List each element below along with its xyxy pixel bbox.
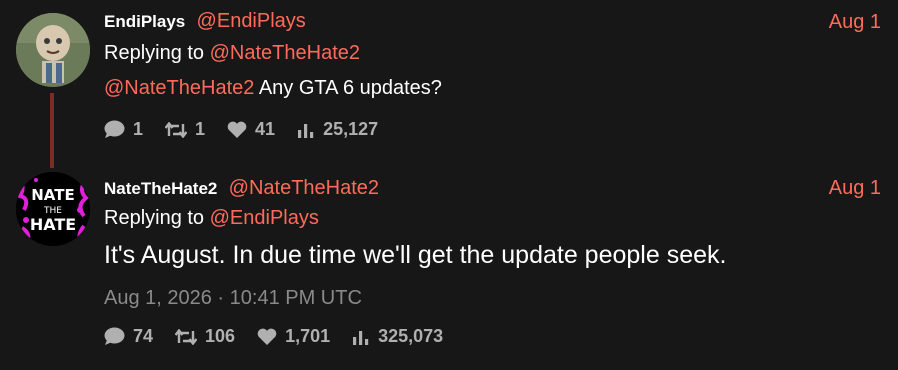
retweet-count: 1 (195, 119, 206, 139)
views-stat[interactable]: 325,073 (352, 326, 443, 347)
retweet-stat[interactable]: 106 (175, 326, 235, 347)
views-icon (298, 123, 314, 138)
thread-connector (50, 93, 54, 168)
display-name[interactable]: NateTheHate2 (104, 179, 217, 198)
display-name[interactable]: EndiPlays (104, 12, 185, 31)
views-count: 325,073 (378, 326, 444, 346)
reply-stat[interactable]: 1 (104, 119, 143, 140)
replying-to-label: Replying to (104, 207, 205, 229)
tweet-text: It's August. In due time we'll get the u… (104, 241, 727, 269)
like-count: 1,701 (285, 326, 331, 346)
views-icon (353, 330, 369, 345)
retweet-count: 106 (205, 326, 236, 346)
avatar-lettering: NATE (31, 186, 74, 204)
views-count: 25,127 (323, 119, 379, 139)
tweet-stats: 74 106 1,701 325,073 (104, 326, 465, 347)
retweet-icon (165, 121, 188, 138)
tweet-natethehate2[interactable]: NATE THE HATE NateTheHate2 @NateTheHate2… (0, 165, 898, 370)
avatar-image (16, 13, 90, 87)
heart-icon (227, 121, 247, 138)
like-count: 41 (255, 119, 276, 139)
views-stat[interactable]: 25,127 (297, 119, 378, 140)
replying-to: Replying to @NateTheHate2 (104, 42, 360, 65)
tweet-date[interactable]: Aug 1 (829, 177, 881, 200)
tweet-header: NateTheHate2 @NateTheHate2 (104, 177, 379, 200)
text-mention[interactable]: @NateTheHate2 (104, 77, 254, 99)
avatar-lettering: HATE (30, 215, 76, 234)
replying-to-label: Replying to (104, 42, 205, 64)
heart-icon (257, 328, 277, 345)
tweet-timestamp[interactable]: Aug 1, 2026 · 10:41 PM UTC (104, 287, 362, 310)
user-handle[interactable]: @NateTheHate2 (229, 177, 379, 199)
tweet-date[interactable]: Aug 1 (829, 11, 881, 34)
tweet-endiplays[interactable]: EndiPlays @EndiPlays Aug 1 Replying to @… (0, 0, 898, 168)
tweet-stats: 1 1 41 25,127 (104, 119, 400, 140)
comment-icon (104, 327, 125, 345)
avatar[interactable]: NATE THE HATE (16, 172, 90, 246)
like-stat[interactable]: 41 (227, 119, 275, 140)
tweet-header: EndiPlays @EndiPlays (104, 10, 306, 33)
reply-stat[interactable]: 74 (104, 326, 153, 347)
avatar-image: NATE THE HATE (16, 172, 90, 246)
avatar[interactable] (16, 13, 90, 87)
retweet-stat[interactable]: 1 (165, 119, 205, 140)
replying-to-handle[interactable]: @EndiPlays (210, 207, 319, 229)
replying-to-handle[interactable]: @NateTheHate2 (210, 42, 360, 64)
comment-icon (104, 120, 125, 138)
tweet-text: @NateTheHate2 Any GTA 6 updates? (104, 77, 442, 100)
replying-to: Replying to @EndiPlays (104, 207, 319, 230)
user-handle[interactable]: @EndiPlays (197, 10, 306, 32)
text-content: Any GTA 6 updates? (254, 77, 442, 99)
like-stat[interactable]: 1,701 (257, 326, 330, 347)
reply-count: 1 (133, 119, 144, 139)
retweet-icon (175, 328, 198, 345)
reply-count: 74 (133, 326, 154, 346)
